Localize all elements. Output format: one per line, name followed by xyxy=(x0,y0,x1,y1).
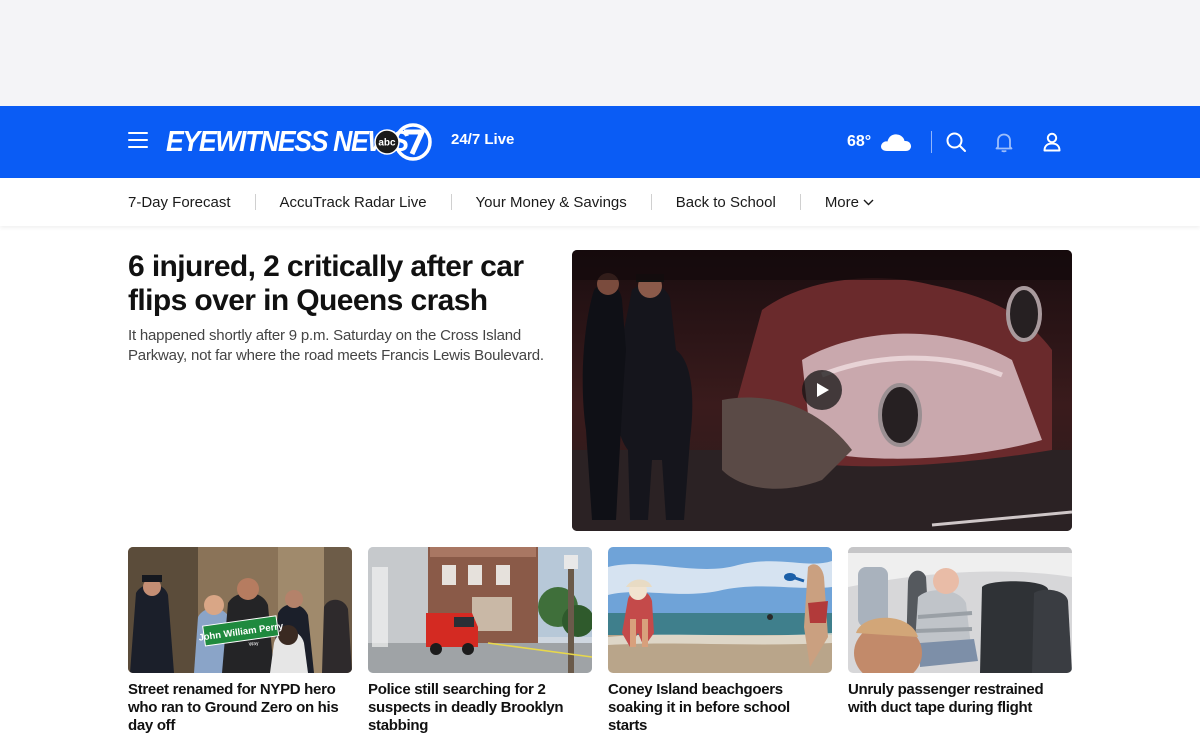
story-title[interactable]: Street renamed for NYPD hero who ran to … xyxy=(128,681,352,735)
nav-more-menu[interactable]: More xyxy=(825,194,874,211)
story-title[interactable]: Police still searching for 2 suspects in… xyxy=(368,681,592,735)
bell-icon[interactable] xyxy=(992,130,1016,154)
cloud-icon xyxy=(881,134,912,151)
story-thumbnail[interactable] xyxy=(608,547,832,673)
menu-icon[interactable] xyxy=(128,132,148,150)
play-icon xyxy=(817,383,829,397)
chevron-down-icon xyxy=(863,199,874,205)
ad-banner-space xyxy=(0,0,1200,106)
header-divider xyxy=(931,131,932,153)
nav-separator xyxy=(799,194,801,210)
weather-widget[interactable]: 68° xyxy=(847,126,913,158)
live-stream-link[interactable]: 24/7 Live xyxy=(451,131,514,148)
story-card[interactable]: Police still searching for 2 suspects in… xyxy=(368,547,592,735)
hero-headline[interactable]: 6 injured, 2 critically after car flips … xyxy=(128,250,548,318)
story-card[interactable]: Coney Island beachgoers soaking it in be… xyxy=(608,547,832,735)
user-icon[interactable] xyxy=(1040,130,1064,154)
nav-separator xyxy=(254,194,256,210)
airplane-cabin-image xyxy=(848,547,1072,673)
brand-logo-text[interactable]: EYEWITNESS NEWS xyxy=(166,126,409,158)
search-icon[interactable] xyxy=(944,130,968,154)
hero-description: It happened shortly after 9 p.m. Saturda… xyxy=(128,327,544,364)
hero-video-thumbnail[interactable] xyxy=(572,250,1072,531)
nav-item-accutrack-radar[interactable]: AccuTrack Radar Live xyxy=(280,194,427,211)
abc7-logo-icon[interactable]: abc xyxy=(374,120,432,164)
story-title[interactable]: Coney Island beachgoers soaking it in be… xyxy=(608,681,832,735)
nav-more-label: More xyxy=(824,193,859,211)
story-title[interactable]: Unruly passenger restrained with duct ta… xyxy=(848,681,1072,717)
section-nav: 7-Day Forecast AccuTrack Radar Live Your… xyxy=(0,178,1200,226)
play-button[interactable] xyxy=(802,370,842,410)
story-cards: John William Perry Way Street renamed fo… xyxy=(128,547,1072,735)
story-card[interactable]: John William Perry Way Street renamed fo… xyxy=(128,547,352,735)
nav-item-back-to-school[interactable]: Back to School xyxy=(676,194,776,211)
temperature: 68° xyxy=(847,133,872,150)
nav-item-money-savings[interactable]: Your Money & Savings xyxy=(476,194,627,211)
top-header: EYEWITNESS NEWS abc 24/7 Live 68° xyxy=(0,106,1200,178)
nav-separator xyxy=(650,194,652,210)
beach-image xyxy=(608,547,832,673)
story-thumbnail[interactable] xyxy=(368,547,592,673)
story-thumbnail[interactable]: John William Perry Way xyxy=(128,547,352,673)
story-thumbnail[interactable] xyxy=(848,547,1072,673)
brooklyn-street-image xyxy=(368,547,592,673)
nav-item-7-day-forecast[interactable]: 7-Day Forecast xyxy=(128,194,231,211)
nav-separator xyxy=(450,194,452,210)
abc-badge-text: abc xyxy=(378,138,396,149)
street-renaming-image: John William Perry Way xyxy=(128,547,352,673)
story-card[interactable]: Unruly passenger restrained with duct ta… xyxy=(848,547,1072,735)
